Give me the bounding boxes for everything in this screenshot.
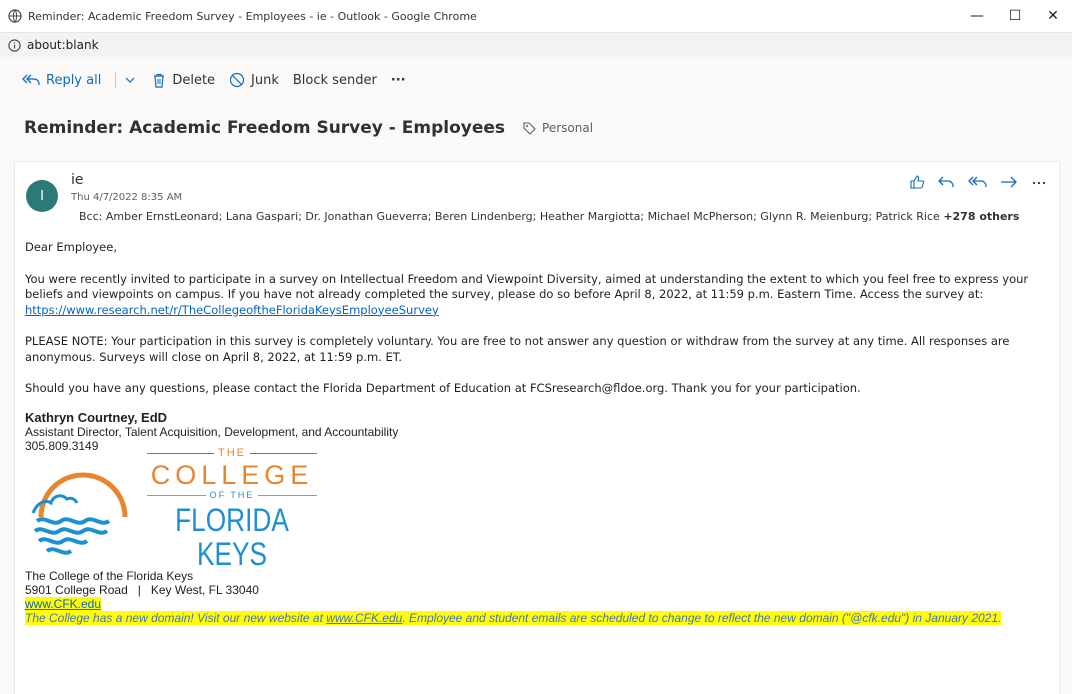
- more-actions-button[interactable]: ···: [391, 73, 406, 88]
- greeting: Dear Employee,: [25, 240, 117, 254]
- reply-all-button[interactable]: Reply all: [22, 73, 101, 88]
- junk-label: Junk: [251, 72, 279, 88]
- block-sender-button[interactable]: Block sender: [293, 73, 377, 88]
- address-bar[interactable]: about:blank: [0, 33, 1072, 58]
- window-title: Reminder: Academic Freedom Survey - Empl…: [28, 9, 477, 23]
- signature-name: Kathryn Courtney, EdD: [25, 409, 168, 425]
- outlook-reading-pane: Reply all Delete Junk Block sender ··· R…: [0, 57, 1072, 694]
- wordmark-of-the: OF THE: [209, 489, 255, 500]
- tag-icon: [523, 121, 536, 135]
- block-sender-label: Block sender: [292, 72, 377, 88]
- more-options-icon[interactable]: [1031, 174, 1047, 190]
- globe-icon: [8, 9, 22, 23]
- college-logo: THE COLLEGE OF THE FLORIDA KEYS: [23, 447, 1050, 571]
- browser-title-bar: Reminder: Academic Freedom Survey - Empl…: [0, 0, 1072, 33]
- url-text: about:blank: [27, 38, 99, 52]
- toolbar-divider: [115, 72, 117, 88]
- message-toolbar: Reply all Delete Junk Block sender ···: [0, 57, 1072, 103]
- bcc-line: Bcc: Amber ErnstLeonard; Lana Gaspari; D…: [79, 210, 1019, 223]
- body-paragraph-2: PLEASE NOTE: Your participation in this …: [25, 334, 1010, 364]
- wordmark-florida-keys: FLORIDA KEYS: [175, 502, 289, 572]
- bcc-more-link[interactable]: +278 others: [943, 210, 1019, 223]
- survey-link[interactable]: https://www.research.net/r/TheCollegeoft…: [25, 303, 439, 317]
- forward-icon[interactable]: [999, 174, 1019, 190]
- domain-notice-text-b: . Employee and student emails are schedu…: [402, 610, 1002, 625]
- category-tag[interactable]: Personal: [523, 121, 593, 135]
- info-icon[interactable]: [8, 38, 21, 52]
- trash-icon: [154, 73, 165, 88]
- delete-button[interactable]: Delete: [152, 73, 215, 88]
- message-body: Dear Employee, You were recently invited…: [25, 240, 1050, 625]
- bcc-label: Bcc:: [79, 210, 103, 223]
- tag-label: Personal: [542, 121, 594, 135]
- close-button[interactable]: ✕: [1034, 8, 1072, 24]
- message-subject: Reminder: Academic Freedom Survey - Empl…: [24, 118, 506, 138]
- sun-waves-logo-icon: [31, 472, 128, 555]
- signature-title: Assistant Director, Talent Acquisition, …: [25, 424, 399, 439]
- reply-icon[interactable]: [937, 174, 955, 190]
- college-wordmark: THE COLLEGE OF THE FLORIDA KEYS: [147, 446, 317, 571]
- wordmark-college: COLLEGE: [150, 459, 314, 490]
- subject-row: Reminder: Academic Freedom Survey - Empl…: [0, 103, 1072, 153]
- sender-name[interactable]: ie: [71, 172, 84, 188]
- domain-notice-link[interactable]: www.CFK.edu: [326, 611, 402, 625]
- domain-notice: The College has a new domain! Visit our …: [25, 610, 1002, 625]
- body-paragraph-1: You were recently invited to participate…: [25, 272, 1050, 319]
- message-date: Thu 4/7/2022 8:35 AM: [71, 192, 183, 203]
- reply-all-icon: [22, 74, 40, 85]
- body-paragraph-3: Should you have any questions, please co…: [25, 381, 861, 395]
- reply-all-label: Reply all: [46, 72, 102, 88]
- minimize-button[interactable]: —: [958, 8, 996, 24]
- thumbs-up-icon[interactable]: [909, 174, 925, 190]
- maximize-button[interactable]: ☐: [996, 8, 1034, 24]
- junk-button[interactable]: Junk: [229, 72, 279, 88]
- reply-all-icon[interactable]: [967, 174, 987, 190]
- more-actions-label: ···: [390, 72, 406, 88]
- college-website-link[interactable]: www.CFK.edu: [25, 596, 102, 611]
- college-street: 5901 College Road | Key West, FL 33040: [25, 582, 259, 597]
- college-address: The College of the Florida Keys 5901 Col…: [25, 569, 1050, 625]
- bcc-recipients[interactable]: Amber ErnstLeonard; Lana Gaspari; Dr. Jo…: [106, 210, 940, 223]
- block-icon: [229, 72, 245, 88]
- message-card: I ie Thu 4/7/2022 8:35 AM Bcc: Amber Ern…: [14, 161, 1060, 694]
- domain-notice-text-a: The College has a new domain! Visit our …: [25, 610, 327, 625]
- message-actions: [897, 174, 1047, 190]
- chevron-down-icon[interactable]: [124, 74, 136, 86]
- avatar[interactable]: I: [26, 180, 58, 212]
- body-paragraph-1-text: You were recently invited to participate…: [25, 271, 1029, 302]
- delete-label: Delete: [172, 72, 216, 88]
